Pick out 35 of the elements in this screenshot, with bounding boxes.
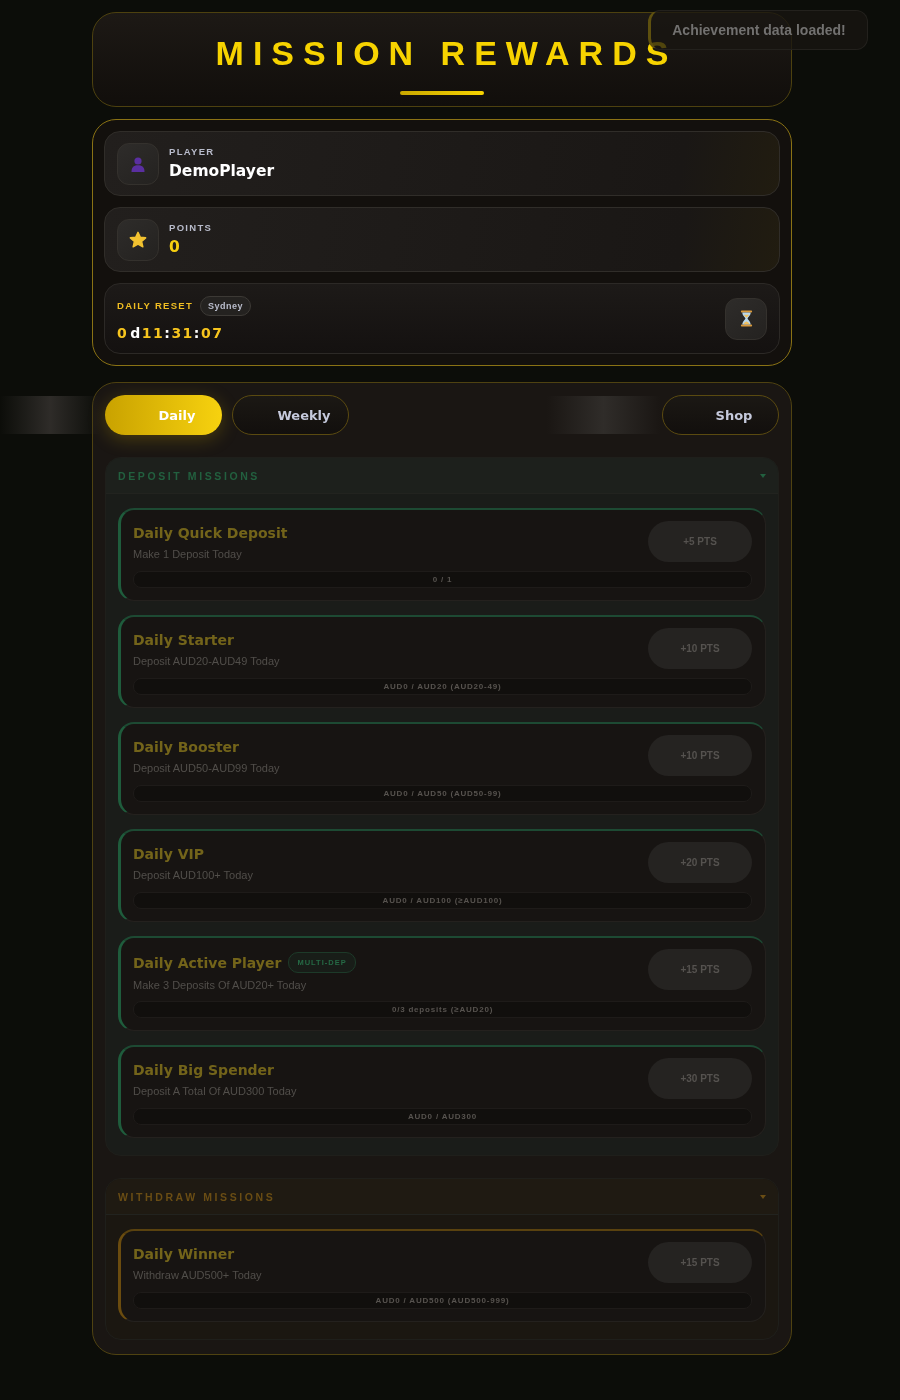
tab[interactable]: Weekly [232, 395, 349, 435]
player-name: DemoPlayer [169, 160, 275, 182]
progress-text: AUD0 / AUD100 (≥AUD100) [382, 896, 503, 905]
progress-text: AUD0 / AUD20 (AUD20-49) [383, 682, 502, 691]
mission-description: Deposit AUD50-AUD99 Today [133, 761, 280, 775]
star-icon [117, 218, 159, 261]
mission-title: Daily Active Player [133, 953, 282, 972]
mission-title: Daily Starter [133, 631, 234, 649]
mission-title: Daily Big Spender [133, 1061, 275, 1079]
progress-text: AUD0 / AUD50 (AUD50-99) [383, 789, 502, 798]
stat-label: POINTS [169, 221, 213, 234]
mission-title: Daily Booster [133, 738, 239, 756]
progress-text: AUD0 / AUD300 [407, 1112, 478, 1121]
reset-label: DAILY RESET [117, 300, 194, 311]
mission-title: Daily Quick Deposit [133, 524, 288, 542]
points-value: 0 [169, 236, 181, 258]
hourglass-icon [725, 297, 767, 340]
progress-text: 0/3 deposits (≥AUD20) [391, 1005, 494, 1014]
section-header[interactable]: DEPOSIT MISSIONS [106, 458, 778, 494]
timezone-badge: Sydney [200, 295, 252, 316]
mission-title: Daily VIP [133, 845, 204, 863]
progress-text: 0 / 1 [432, 575, 453, 584]
countdown-timer: 0 d 11:31:07 [117, 323, 224, 342]
mission-title: Daily Winner [133, 1245, 235, 1263]
section-header[interactable]: WITHDRAW MISSIONS [106, 1179, 778, 1215]
caret-icon[interactable] [760, 473, 766, 478]
tab[interactable]: Shop [662, 395, 779, 435]
stat-label: PLAYER [169, 145, 216, 158]
mission-description: Deposit AUD20-AUD49 Today [133, 654, 280, 668]
caret-icon[interactable] [760, 1194, 766, 1199]
person-icon [117, 142, 159, 185]
tab[interactable]: Daily [105, 395, 222, 435]
mission-description: Withdraw AUD500+ Today [133, 1268, 262, 1282]
progress-text: AUD0 / AUD500 (AUD500-999) [375, 1296, 510, 1305]
mission-description: Make 3 Deposits Of AUD20+ Today [133, 978, 308, 992]
